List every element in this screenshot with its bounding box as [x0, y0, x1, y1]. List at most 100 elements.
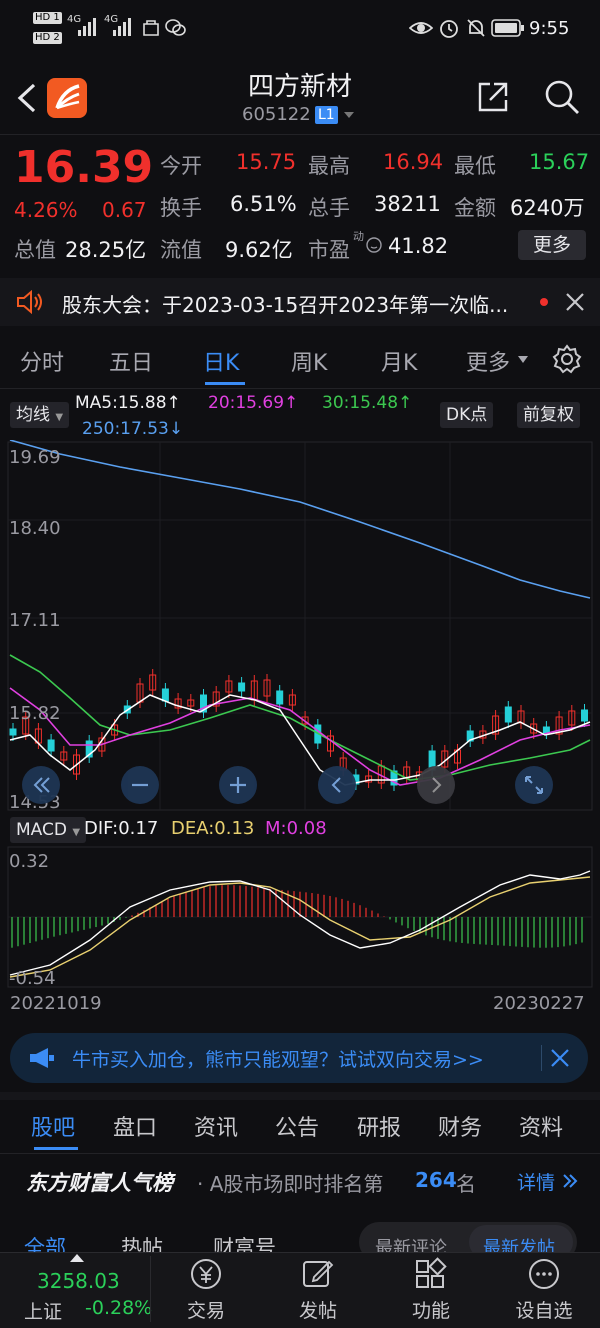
more-dots-icon[interactable] — [526, 1257, 562, 1291]
tab-guba[interactable]: 股吧 — [31, 1110, 75, 1142]
pe-value: 41.82 — [388, 234, 449, 258]
eye-comfort-icon — [409, 22, 433, 34]
edit-post-icon[interactable] — [300, 1257, 336, 1291]
turnover-label: 换手 — [160, 196, 202, 220]
zoom-out-button[interactable] — [121, 766, 159, 804]
index-value[interactable]: 3258.03 — [37, 1269, 120, 1293]
sim1-badge: HD 1 — [33, 12, 62, 24]
settings-gear-icon[interactable] — [552, 344, 582, 374]
macd-select-label: MACD — [16, 820, 67, 840]
clock: 9:55 — [529, 18, 570, 39]
candle-body — [581, 709, 588, 722]
index-change[interactable]: -0.28% — [85, 1297, 152, 1319]
signal-icon-2 — [113, 18, 131, 36]
tab-intraday[interactable]: 分时 — [20, 345, 64, 377]
share-icon[interactable] — [476, 80, 510, 114]
tab-daily-k[interactable]: 日K — [203, 345, 239, 377]
candle-body — [276, 690, 284, 705]
candle-body — [238, 682, 246, 692]
notice-bar[interactable]: 股东大会：于2023-03-15召开2023年第一次临... — [0, 278, 600, 326]
candle-body — [47, 739, 55, 752]
tab-weekly-k[interactable]: 周K — [291, 345, 327, 377]
more-quote-button[interactable]: 更多 — [518, 230, 586, 260]
speaker-icon — [17, 290, 42, 314]
index-name[interactable]: 上证 — [24, 1297, 62, 1324]
ma20-line — [9, 687, 591, 786]
stock-name: 四方新材 — [247, 72, 352, 102]
tab-five-day[interactable]: 五日 — [109, 345, 153, 377]
tab-monthly-k[interactable]: 月K — [381, 345, 417, 377]
active-tab-indicator — [34, 1147, 78, 1150]
chevron-down-icon[interactable] — [343, 110, 355, 120]
tab-profile[interactable]: 资料 — [519, 1110, 563, 1142]
ma-select-label: 均线 — [16, 405, 50, 425]
macd-select[interactable]: MACD ▼ — [10, 817, 87, 843]
scroll-back-button[interactable] — [318, 766, 356, 804]
candle-body — [161, 688, 169, 702]
pe-label: 市盈 — [308, 238, 350, 262]
macd-axis-bottom: -0.54 — [9, 968, 56, 989]
notice-text: 股东大会：于2023-03-15召开2023年第一次临... — [62, 293, 509, 317]
adjust-mode-button[interactable]: 前复权 — [517, 402, 580, 428]
close-icon[interactable] — [550, 1048, 570, 1068]
sim2-badge: HD 2 — [33, 32, 62, 44]
dea-readout: DEA:0.13 — [171, 818, 255, 839]
promo-banner[interactable]: 牛市买入加仓，熊市只能观望？试试双向交易>> — [10, 1033, 588, 1083]
candle-body — [504, 706, 512, 723]
divider — [0, 388, 600, 389]
tab-orderbook[interactable]: 盘口 — [113, 1110, 157, 1142]
mktcap-label: 总值 — [14, 238, 56, 262]
low-value: 15.67 — [529, 150, 590, 174]
nav-post[interactable]: 发帖 — [283, 1296, 353, 1323]
signal-icon — [78, 18, 96, 36]
nav-add-watchlist[interactable]: 设自选 — [509, 1296, 579, 1323]
ma-select[interactable]: 均线 ▼ — [10, 402, 70, 428]
double-chevron-right-icon[interactable] — [561, 1172, 579, 1190]
turnover-value: 6.51% — [230, 192, 297, 216]
zoom-in-button[interactable] — [219, 766, 257, 804]
tab-announcements[interactable]: 公告 — [275, 1110, 319, 1142]
tab-news[interactable]: 资讯 — [194, 1110, 238, 1142]
pe-superscript: 动 — [353, 230, 364, 243]
level-badge[interactable]: L1 — [315, 106, 338, 124]
unread-dot — [540, 298, 548, 306]
details-link[interactable]: 详情 — [517, 1168, 555, 1195]
dif-line — [9, 870, 591, 976]
caret-down-icon — [518, 356, 528, 363]
notification-app-icon — [143, 20, 159, 36]
change-amount: 0.67 — [102, 198, 147, 222]
fullscreen-button[interactable] — [515, 766, 553, 804]
function-grid-icon[interactable] — [413, 1257, 449, 1291]
minus-icon — [132, 783, 148, 787]
ma30-readout: 30:15.48↑ — [322, 393, 413, 413]
search-icon[interactable] — [543, 78, 581, 116]
wechat-icon — [165, 19, 186, 36]
mute-icon — [467, 19, 485, 37]
scroll-forward-button[interactable] — [417, 766, 455, 804]
tab-more[interactable]: 更多 — [466, 345, 510, 377]
close-icon[interactable] — [564, 291, 586, 313]
volume-value: 38211 — [374, 192, 441, 216]
tab-research[interactable]: 研报 — [357, 1110, 401, 1142]
float-value: 9.62亿 — [225, 238, 293, 262]
ma250-readout: 250:17.53↓ — [82, 419, 184, 439]
nav-function[interactable]: 功能 — [396, 1296, 466, 1323]
low-label: 最低 — [454, 154, 496, 178]
popularity-text: · A股市场即时排名第 — [197, 1172, 384, 1196]
price-axis-top: 19.69 — [9, 447, 61, 468]
macd-axis-top: 0.32 — [9, 851, 50, 872]
scroll-left-button[interactable] — [22, 766, 60, 804]
divider — [541, 1045, 542, 1071]
nav-trade[interactable]: 交易 — [171, 1296, 241, 1323]
expand-icon — [525, 776, 543, 794]
amount-value: 6240万 — [510, 196, 585, 220]
candle-body — [9, 728, 17, 736]
macd-chart[interactable] — [0, 845, 600, 990]
amount-label: 金额 — [454, 196, 496, 220]
trade-yen-icon[interactable] — [188, 1257, 224, 1291]
kline-chart[interactable] — [0, 440, 600, 820]
dk-point-button[interactable]: DK点 — [440, 402, 494, 428]
tab-finance[interactable]: 财务 — [438, 1110, 482, 1142]
price-axis-4: 15.82 — [9, 703, 61, 724]
caret-up-icon — [70, 1254, 84, 1262]
